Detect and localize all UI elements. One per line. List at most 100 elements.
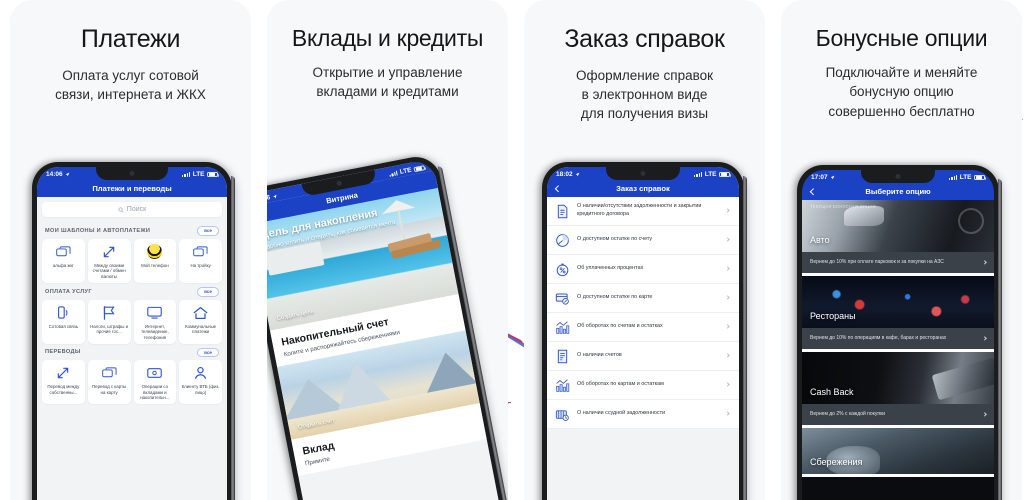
decor-speedometer: [958, 208, 984, 234]
decor-bank-card: [931, 357, 994, 401]
signal-bars-icon: [949, 175, 958, 180]
search-input[interactable]: Поиск: [42, 202, 222, 217]
list-item[interactable]: О доступном остатке по счету: [547, 226, 739, 255]
bonus-option-card-cashback[interactable]: Cash Back Вернем до 2% с каждой покупки: [802, 352, 994, 428]
option-name: Сбережения: [810, 457, 863, 467]
gallery-panel-deposits-credits[interactable]: Вклады и кредиты Открытие и управление в…: [267, 0, 508, 500]
page-title: Заказ справок: [564, 25, 725, 53]
car-interior-photo: ТЕКУЩАЯ БОНУСНАЯ ОПЦИЯ Авто: [802, 200, 994, 252]
panel-header: Вклады и кредиты Открытие и управление в…: [267, 0, 508, 102]
section-title: ОПЛАТА УСЛУГ: [45, 288, 92, 295]
list-item-label: О доступном остатке по счету: [577, 236, 653, 243]
cards-icon: [56, 244, 71, 260]
decor-car-mirror: [844, 206, 884, 226]
panel-header: Платежи Оплата услуг сотовой связи, инте…: [10, 0, 251, 104]
bonus-option-card-savings[interactable]: Сбережения: [802, 428, 994, 477]
mobile-signal-icon: [57, 305, 69, 321]
tile-item[interactable]: Мой телефон: [133, 238, 177, 283]
phone-notch: [96, 167, 168, 180]
option-description: Вернем до 2% с каждой покупки: [810, 411, 886, 417]
location-arrow-icon: [65, 172, 69, 177]
chevron-right-icon: [725, 208, 730, 214]
option-footer[interactable]: Вернем до 10% при оплате парковок и за п…: [802, 252, 994, 273]
phone-mockup-payments: 14:06 LTE Платежи и переводы Поиск МОИ Ш…: [32, 162, 235, 500]
list-item[interactable]: О доступном остатке по карте: [547, 284, 739, 313]
subtitle-line: связи, интернета и ЖКХ: [55, 86, 206, 102]
subtitle-line: для получения визы: [580, 105, 709, 121]
option-name: Авто: [810, 235, 830, 245]
document-lines-icon: [555, 204, 570, 219]
location-arrow-icon: [830, 175, 834, 180]
nav-bar: Выберите опцию: [802, 182, 994, 200]
front-camera-icon: [895, 174, 901, 179]
view-all-button[interactable]: все: [197, 226, 219, 236]
cards-icon: [101, 365, 117, 381]
chevron-right-icon: [981, 411, 987, 417]
tile-item[interactable]: Перевод между собственны...: [42, 360, 85, 405]
current-option-tag: ТЕКУЩАЯ БОНУСНАЯ ОПЦИЯ: [810, 204, 876, 209]
list-item[interactable]: О наличии/отсутствии задолженности и зак…: [547, 197, 739, 226]
front-camera-icon: [336, 180, 343, 187]
gallery-panel-certificates[interactable]: Заказ справок Оформление справок в элект…: [524, 0, 765, 500]
tile-item[interactable]: Клиенту ВТБ (физ. лицо): [179, 360, 222, 405]
list-item[interactable]: О наличии счетов: [547, 342, 739, 371]
chevron-left-icon[interactable]: [554, 185, 562, 193]
gallery-panel-payments[interactable]: Платежи Оплата услуг сотовой связи, инте…: [10, 0, 251, 500]
option-description: Вернем до 10% при оплате парковок и за п…: [810, 259, 944, 265]
status-indicators: LTE: [949, 174, 986, 181]
exchange-arrows-icon: [56, 365, 70, 381]
percent-stopwatch-icon: [555, 262, 570, 277]
pie-chart-icon: [555, 233, 570, 248]
bonus-option-card-restaurants[interactable]: Рестораны Вернем до 10% по операциям в к…: [802, 276, 994, 352]
option-name: Рестораны: [810, 311, 856, 321]
nav-title: Платежи и переводы: [92, 183, 172, 193]
gallery-panel-bonus-options[interactable]: Бонусные опции Подключайте и меняйте бон…: [781, 0, 1022, 500]
home-icon: [193, 305, 208, 321]
nav-title: Выберите опцию: [865, 186, 931, 196]
chevron-right-icon: [725, 324, 730, 330]
page-title: Вклады и кредиты: [291, 25, 484, 51]
phone-notch: [606, 167, 680, 180]
location-arrow-icon: [575, 172, 579, 177]
tile-item[interactable]: Налоги, штрафы и прочие гос...: [87, 299, 131, 344]
view-all-button[interactable]: все: [197, 286, 219, 297]
status-time-group: 17:07: [811, 174, 835, 181]
list-item-label: Об оборотах по картам и остаткам: [577, 381, 664, 388]
certificate-list: О наличии/отсутствии задолженности и зак…: [547, 197, 739, 429]
tile-item[interactable]: Сотовая связь: [42, 299, 85, 344]
subtitle-line: Открытие и управление: [312, 65, 463, 81]
chevron-left-icon[interactable]: [809, 188, 817, 196]
tile-item[interactable]: Перевод с карты на карту: [87, 360, 131, 405]
list-item[interactable]: Об уплаченных процентах: [547, 255, 739, 284]
subtitle-line: Подключайте и меняйте: [825, 65, 978, 81]
tile-label: Перевод с карты на карту: [91, 384, 127, 395]
tile-label: Операции со вкладами и накопительн...: [140, 384, 170, 401]
tile-label: Клиенту ВТБ (физ. лицо): [181, 384, 220, 395]
battery-icon: [719, 171, 731, 178]
chevron-right-icon: [725, 237, 730, 243]
tile-item[interactable]: Операции со вкладами и накопительн...: [133, 360, 177, 405]
tile-item[interactable]: Интернет, телевидение, телефония: [133, 299, 177, 344]
flag-icon: [102, 305, 116, 321]
nav-title: Заказ справок: [616, 183, 670, 193]
bar-chart-icon: [555, 378, 570, 393]
status-indicators: LTE: [182, 171, 219, 178]
tile-item[interactable]: На тройку: [179, 238, 222, 283]
bonus-option-card-auto[interactable]: ТЕКУЩАЯ БОНУСНАЯ ОПЦИЯ Авто Вернем до 10…: [802, 200, 994, 276]
tile-item[interactable]: Между своими счетами / обмен валюты: [87, 238, 131, 283]
list-item[interactable]: Об оборотах по картам и остаткам: [547, 371, 739, 400]
subtitle-line: Оформление справок: [575, 67, 714, 83]
view-all-button[interactable]: все: [197, 347, 219, 358]
bank-card-photo: Cash Back: [802, 352, 994, 404]
tile-item[interactable]: альфа жкг: [42, 238, 85, 283]
tile-item[interactable]: Коммунальные платежи: [179, 299, 222, 344]
option-footer[interactable]: Вернем до 2% с каждой покупки: [802, 404, 994, 425]
network-type-label: LTE: [192, 171, 205, 178]
battery-icon: [974, 174, 986, 181]
list-item[interactable]: О наличии ссудной задолженности: [547, 400, 739, 429]
phone-mockup-certificates: 18:02 LTE Заказ справок О наличии/отсутс…: [542, 162, 747, 500]
panel-subtitle: Оплата услуг сотовой связи, интернета и …: [22, 66, 239, 104]
list-item[interactable]: Об оборотах по счетам и остатках: [547, 313, 739, 342]
option-footer[interactable]: Вернем до 10% по операциям в кафе, барах…: [802, 328, 994, 349]
tile-label: Коммунальные платежи: [185, 323, 217, 335]
